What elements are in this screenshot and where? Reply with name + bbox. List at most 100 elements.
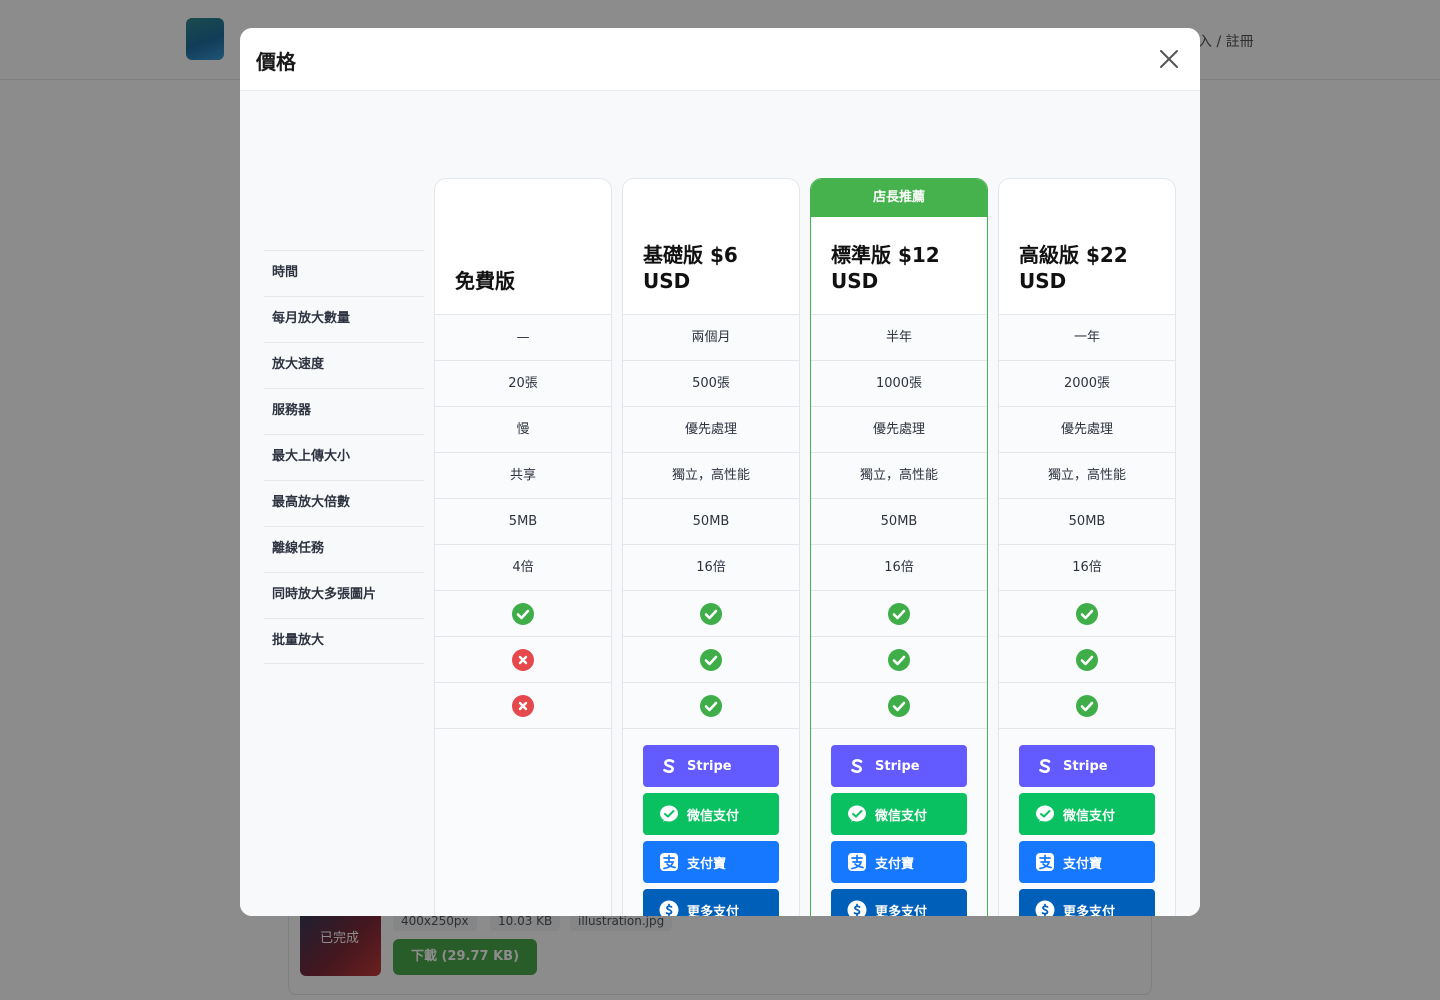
more-pay-button[interactable]: 更多支付	[643, 889, 779, 916]
cross-icon	[435, 683, 611, 729]
plan-value: 優先處理	[623, 407, 799, 453]
plan-value: 2000張	[999, 361, 1175, 407]
check-icon	[999, 683, 1175, 729]
pay-button-label: 更多支付	[875, 904, 928, 917]
pay-button-label: 更多支付	[687, 904, 740, 917]
stripe-icon	[663, 759, 675, 773]
check-icon	[623, 637, 799, 683]
plan-value: 5MB	[435, 499, 611, 545]
feature-label: 同時放大多張圖片	[264, 572, 424, 618]
plan-title: 基礎版 $6 USD	[643, 243, 738, 293]
payment-options: Stripe 微信支付支付寶更多支付	[811, 729, 987, 916]
check-icon	[999, 591, 1175, 637]
more-pay-button[interactable]: 更多支付	[1019, 889, 1155, 916]
plan-value: 一年	[999, 315, 1175, 361]
plan-value: 優先處理	[999, 407, 1175, 453]
check-icon	[435, 591, 611, 637]
plan-value: 共享	[435, 453, 611, 499]
plan-header: 店長推薦標準版 $12 USD	[811, 179, 987, 315]
recommended-badge: 店長推薦	[811, 179, 987, 217]
plan-value: 50MB	[623, 499, 799, 545]
stripe-icon	[851, 759, 863, 773]
plan-title: 免費版	[455, 269, 515, 293]
plan-value: 20張	[435, 361, 611, 407]
pricing-modal: 價格 時間 每月放大數量 放大速度 服務器 最大上傳大小 最高放大倍數 離線任務 同時放大多張…	[240, 28, 1200, 916]
check-icon	[811, 637, 987, 683]
plan-value: 獨立，高性能	[623, 453, 799, 499]
modal-header: 價格	[240, 28, 1200, 91]
plan-value: 4倍	[435, 545, 611, 591]
plan-title: 高級版 $22 USD	[1019, 243, 1128, 293]
feature-label: 放大速度	[264, 342, 424, 388]
plan-column: 免費版 —20張慢共享 5MB 4倍	[434, 178, 612, 916]
alipay-icon	[848, 853, 866, 871]
feature-label: 每月放大數量	[264, 296, 424, 342]
pay-button-label: 支付寶	[875, 856, 915, 872]
feature-label: 離線任務	[264, 526, 424, 572]
check-icon	[623, 591, 799, 637]
more-icon	[1035, 900, 1055, 916]
check-icon	[623, 683, 799, 729]
modal-title: 價格	[256, 50, 296, 74]
pay-button-label: 更多支付	[1063, 904, 1116, 917]
plan-value: —	[435, 315, 611, 361]
pay-button-label: 支付寶	[1063, 856, 1103, 872]
feature-label: 時間	[264, 250, 424, 296]
wechat-icon	[1036, 805, 1054, 822]
payment-options: Stripe 微信支付支付寶更多支付	[999, 729, 1175, 916]
close-icon[interactable]	[1158, 48, 1180, 70]
plan-column: 基礎版 $6 USD 兩個月 500張 優先處理 獨立，高性能 50MB 16倍 Stripe…	[622, 178, 800, 916]
plan-header: 基礎版 $6 USD	[623, 179, 799, 315]
stripe-pay-button[interactable]: Stripe	[1019, 745, 1155, 787]
pay-button-label: Stripe	[687, 758, 732, 774]
pay-button-label: 支付寶	[687, 856, 727, 872]
pay-button-label: 微信支付	[1063, 808, 1116, 824]
plan-title: 標準版 $12 USD	[831, 243, 940, 293]
plan-header: 免費版	[435, 179, 611, 315]
plan-value: 優先處理	[811, 407, 987, 453]
pay-button-label: 微信支付	[875, 808, 928, 824]
more-icon	[847, 900, 867, 916]
plan-value: 16倍	[811, 545, 987, 591]
plan-column: 店長推薦 標準版 $12 USD 半年 1000張 優先處理 獨立，高性能 50MB 16倍 S…	[810, 178, 988, 916]
plan-value: 兩個月	[623, 315, 799, 361]
plan-value: 獨立，高性能	[999, 453, 1175, 499]
feature-label: 最高放大倍數	[264, 480, 424, 526]
wechat-pay-button[interactable]: 微信支付	[1019, 793, 1155, 835]
more-pay-button[interactable]: 更多支付	[831, 889, 967, 916]
pay-button-label: Stripe	[1063, 758, 1108, 774]
plan-value: 50MB	[811, 499, 987, 545]
alipay-pay-button[interactable]: 支付寶	[831, 841, 967, 883]
wechat-icon	[660, 805, 678, 822]
plan-header: 高級版 $22 USD	[999, 179, 1175, 315]
alipay-icon	[1036, 853, 1054, 871]
plan-value: 慢	[435, 407, 611, 453]
feature-label: 最大上傳大小	[264, 434, 424, 480]
plan-value: 16倍	[623, 545, 799, 591]
plan-value: 500張	[623, 361, 799, 407]
plan-value: 半年	[811, 315, 987, 361]
wechat-pay-button[interactable]: 微信支付	[831, 793, 967, 835]
alipay-icon	[660, 853, 678, 871]
feature-label: 服務器	[264, 388, 424, 434]
pay-button-label: 微信支付	[687, 808, 740, 824]
alipay-pay-button[interactable]: 支付寶	[643, 841, 779, 883]
more-icon	[659, 900, 679, 916]
stripe-pay-button[interactable]: Stripe	[831, 745, 967, 787]
plan-column: 高級版 $22 USD 一年 2000張 優先處理 獨立，高性能 50MB 16倍 Strip…	[998, 178, 1176, 916]
stripe-pay-button[interactable]: Stripe	[643, 745, 779, 787]
check-icon	[811, 683, 987, 729]
stripe-icon	[1039, 759, 1051, 773]
wechat-icon	[848, 805, 866, 822]
feature-labels: 時間 每月放大數量 放大速度 服務器 最大上傳大小 最高放大倍數 離線任務 同時放大多張圖片批…	[264, 250, 424, 664]
check-icon	[811, 591, 987, 637]
wechat-pay-button[interactable]: 微信支付	[643, 793, 779, 835]
cross-icon	[435, 637, 611, 683]
alipay-pay-button[interactable]: 支付寶	[1019, 841, 1155, 883]
feature-label: 批量放大	[264, 618, 424, 664]
payment-options: Stripe 微信支付支付寶更多支付	[623, 729, 799, 916]
plan-value: 1000張	[811, 361, 987, 407]
plan-value: 50MB	[999, 499, 1175, 545]
plan-value: 獨立，高性能	[811, 453, 987, 499]
check-icon	[999, 637, 1175, 683]
